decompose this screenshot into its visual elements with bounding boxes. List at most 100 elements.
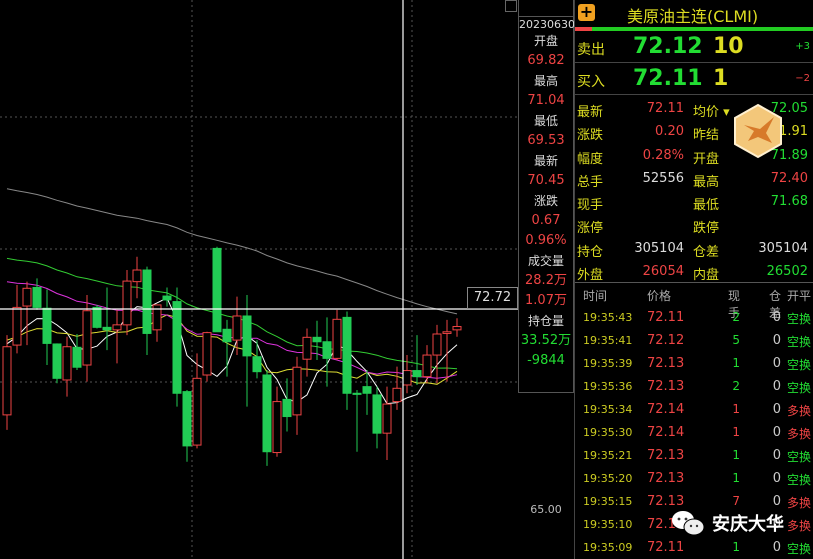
stats-row: 外盘 26054 内盘 26502 (575, 261, 813, 284)
candles (2, 246, 462, 466)
sell-label: 卖出 (577, 42, 605, 58)
stat-label: 最高 (693, 174, 720, 190)
candle (452, 318, 462, 337)
info-value: 33.52万 (520, 333, 572, 348)
info-value: 1.07万 (525, 293, 567, 308)
candle-body (182, 391, 192, 447)
candle (252, 340, 262, 379)
info-label: 最高 (533, 74, 558, 88)
tick-row: 19:35:39 72.13 1 0 空换 (575, 352, 813, 375)
stat-value: 26054 (642, 264, 684, 280)
info-label: 持仓量 (527, 314, 564, 328)
stat-label: 持仓 (577, 244, 604, 260)
candle-body (242, 315, 252, 357)
stats-row: 现手 最低 71.68 (575, 191, 813, 214)
candle (282, 378, 292, 432)
stats-row: 总手 52556 最高 72.40 (575, 168, 813, 191)
info-label: 开盘 (533, 34, 558, 48)
candle-body (422, 354, 432, 378)
stats-row: 涨停 跌停 (575, 214, 813, 237)
tick-oi-change: 0 (772, 540, 781, 555)
info-value: 0.67 (531, 213, 561, 228)
stat-label: 最低 (693, 198, 720, 214)
candle-body (272, 401, 282, 454)
tick-time: 19:35:43 (583, 311, 633, 324)
candle-body (402, 370, 412, 386)
tick-price: 72.12 (647, 333, 685, 348)
stat-value: 305104 (634, 240, 684, 256)
sell-change: +3 (795, 41, 810, 52)
candle (122, 270, 132, 336)
tick-volume: 1 (732, 540, 740, 554)
candle-body (102, 326, 112, 331)
candle (12, 284, 22, 354)
tick-oi-change: 0 (772, 356, 781, 371)
tick-volume: 5 (732, 333, 740, 347)
scroll-box[interactable] (505, 0, 517, 12)
candle (372, 386, 382, 449)
candle-body (442, 331, 452, 334)
info-value: 0.96% (525, 233, 567, 248)
candle (382, 386, 392, 461)
tick-time: 19:35:41 (583, 334, 633, 347)
tick-row: 19:35:34 72.14 1 0 多换 (575, 398, 813, 421)
info-value: 69.82 (527, 53, 565, 68)
sell-volume: 10 (713, 34, 744, 59)
sell-price: 72.12 (633, 34, 703, 59)
tick-type: 空换 (787, 335, 812, 349)
tick-type: 空换 (787, 358, 812, 372)
stat-value: 26502 (766, 264, 808, 280)
tick-time: 19:35:10 (583, 518, 633, 531)
candle (342, 311, 352, 410)
candlestick-chart[interactable] (0, 0, 518, 559)
candle (312, 320, 322, 361)
tick-oi-change: 0 (772, 471, 781, 486)
watermark-text: 安庆大华 (712, 514, 784, 535)
candle-body (432, 333, 442, 356)
grid-lines (0, 0, 518, 559)
candle-body (362, 386, 372, 394)
candle-body (232, 315, 242, 341)
tick-oi-change: 0 (772, 402, 781, 417)
stat-label: 内盘 (693, 268, 720, 284)
info-value: 69.53 (527, 133, 565, 148)
bar-info-panel: 20230630 开盘 69.82 最高 71.04 最低 69.53 最新 70.45 涨跌 0… (518, 0, 575, 393)
info-label: 成交量 (527, 254, 564, 268)
tick-time: 19:35:15 (583, 495, 633, 508)
stat-value: 0.28% (642, 147, 684, 163)
tick-time: 19:35:20 (583, 472, 633, 485)
candle-body (302, 336, 312, 360)
tick-type: 空换 (787, 381, 812, 395)
stat-label: 涨停 (577, 221, 604, 237)
stats-row: 持仓 305104 仓差 305104 (575, 238, 813, 261)
tick-row: 19:35:30 72.14 1 0 多换 (575, 421, 813, 444)
tick-type: 多换 (787, 427, 812, 441)
tick-volume: 1 (732, 448, 740, 462)
tick-oi-change: 0 (772, 448, 781, 463)
candle-body (322, 341, 332, 359)
tick-time: 19:35:39 (583, 357, 633, 370)
buy-row: 买入 72.11 1 −2 (575, 64, 813, 95)
tick-time: 19:35:09 (583, 541, 633, 554)
stat-value: 72.11 (646, 101, 684, 116)
candle-body (2, 346, 12, 416)
wechat-icon (672, 511, 705, 536)
info-value: 70.45 (527, 173, 565, 188)
stat-label: 涨跌 (577, 128, 604, 144)
tick-volume: 1 (732, 356, 740, 370)
candle (322, 317, 332, 387)
tick-table-header: 时间 价格 现手 仓差 开平 (575, 283, 813, 320)
candle (42, 289, 52, 366)
add-icon[interactable]: + (578, 4, 595, 21)
stat-label: 跌停 (693, 221, 720, 237)
candle-body (22, 287, 32, 307)
tick-row: 19:35:21 72.13 1 0 空换 (575, 444, 813, 467)
candle (212, 246, 222, 333)
tick-type: 空换 (787, 450, 812, 464)
tick-row: 19:35:20 72.13 1 0 空换 (575, 467, 813, 490)
candle (432, 324, 442, 384)
tick-row: 19:35:43 72.11 2 0 空换 (575, 306, 813, 329)
candle (172, 287, 182, 407)
candle-body (142, 269, 152, 334)
candle-body (132, 269, 142, 283)
